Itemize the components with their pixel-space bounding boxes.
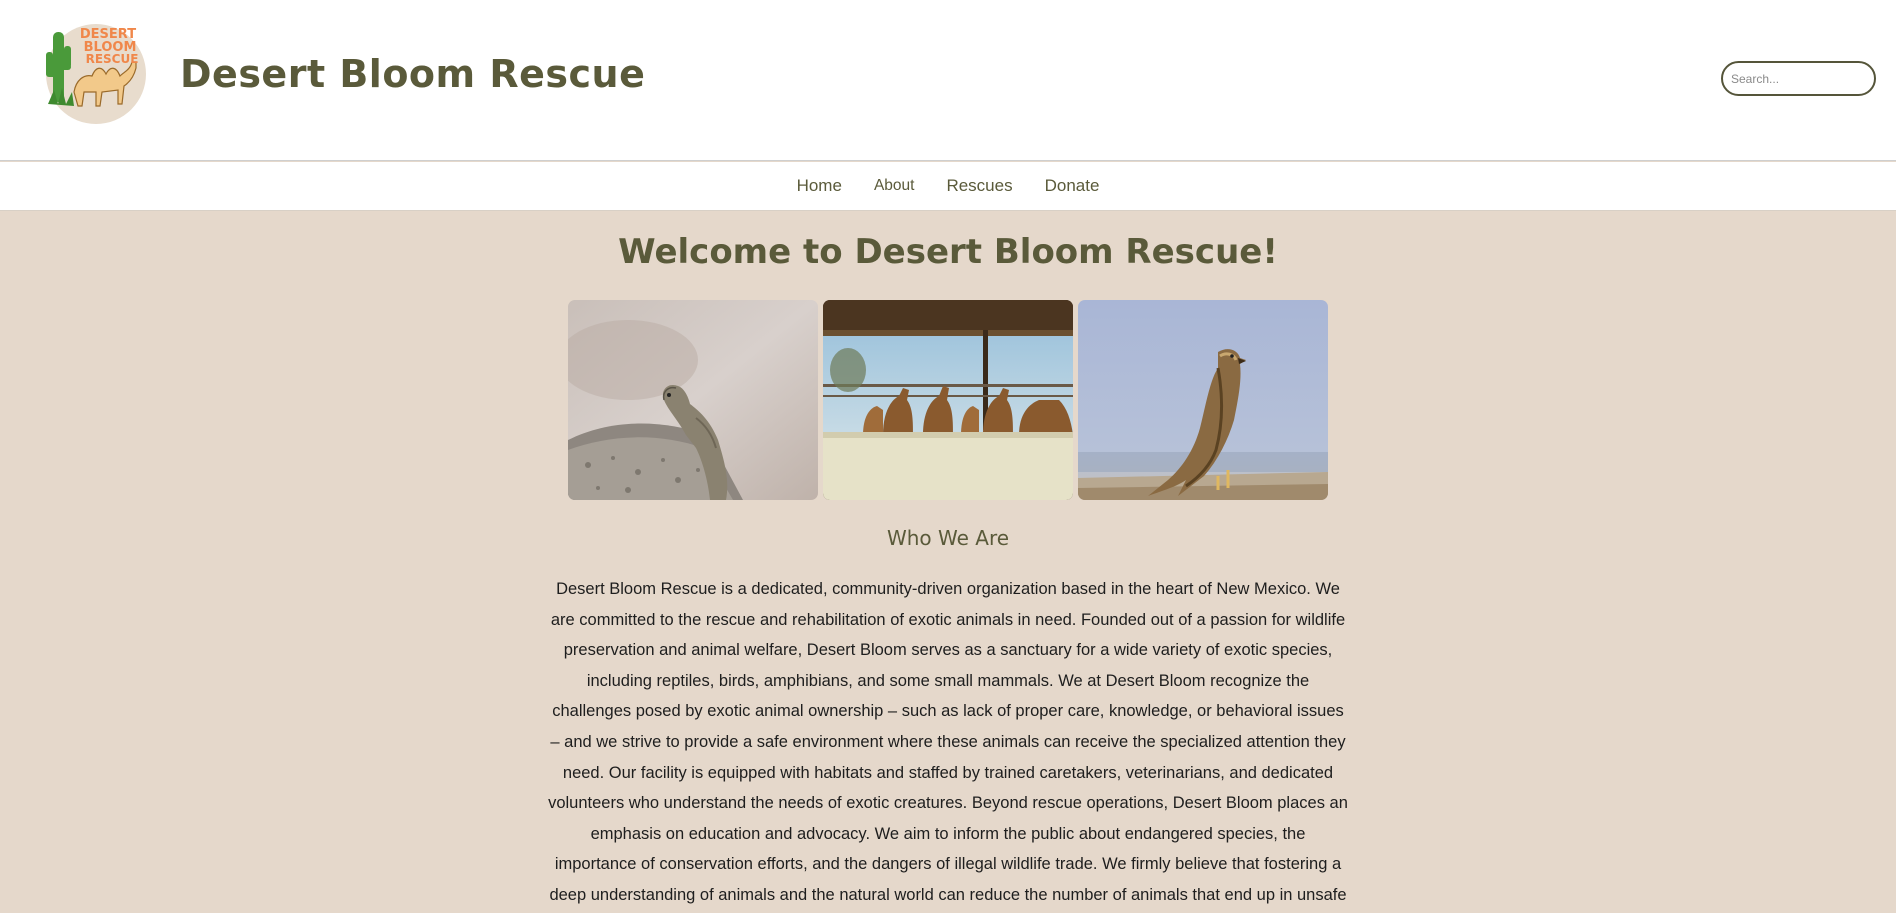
nav-link-donate[interactable]: Donate xyxy=(1045,176,1100,196)
site-header: DESERT BLOOM RESCUE Desert Bloom Rescue xyxy=(0,0,1896,161)
eagle-on-ground-photo xyxy=(1078,300,1328,500)
welcome-heading: Welcome to Desert Bloom Rescue! xyxy=(618,232,1278,272)
lizard-on-rock-photo xyxy=(568,300,818,500)
main-content: Welcome to Desert Bloom Rescue! Who We A… xyxy=(0,211,1896,913)
logo-text-line-3: RESCUE xyxy=(86,52,139,66)
photo-gallery xyxy=(568,300,1328,500)
about-paragraph: Desert Bloom Rescue is a dedicated, comm… xyxy=(548,580,1348,904)
site-title[interactable]: Desert Bloom Rescue xyxy=(180,52,645,96)
nav-link-about[interactable]: About xyxy=(874,177,915,195)
search-input[interactable] xyxy=(1721,61,1876,96)
camels-in-pen-photo xyxy=(823,300,1073,500)
main-nav: Home About Rescues Donate xyxy=(0,162,1896,211)
site-logo[interactable]: DESERT BLOOM RESCUE xyxy=(44,22,148,126)
nav-link-home[interactable]: Home xyxy=(797,176,842,196)
who-we-are-heading: Who We Are xyxy=(886,526,1010,550)
camel-cactus-logo-icon: DESERT BLOOM RESCUE xyxy=(46,24,146,124)
nav-link-rescues[interactable]: Rescues xyxy=(946,176,1012,196)
